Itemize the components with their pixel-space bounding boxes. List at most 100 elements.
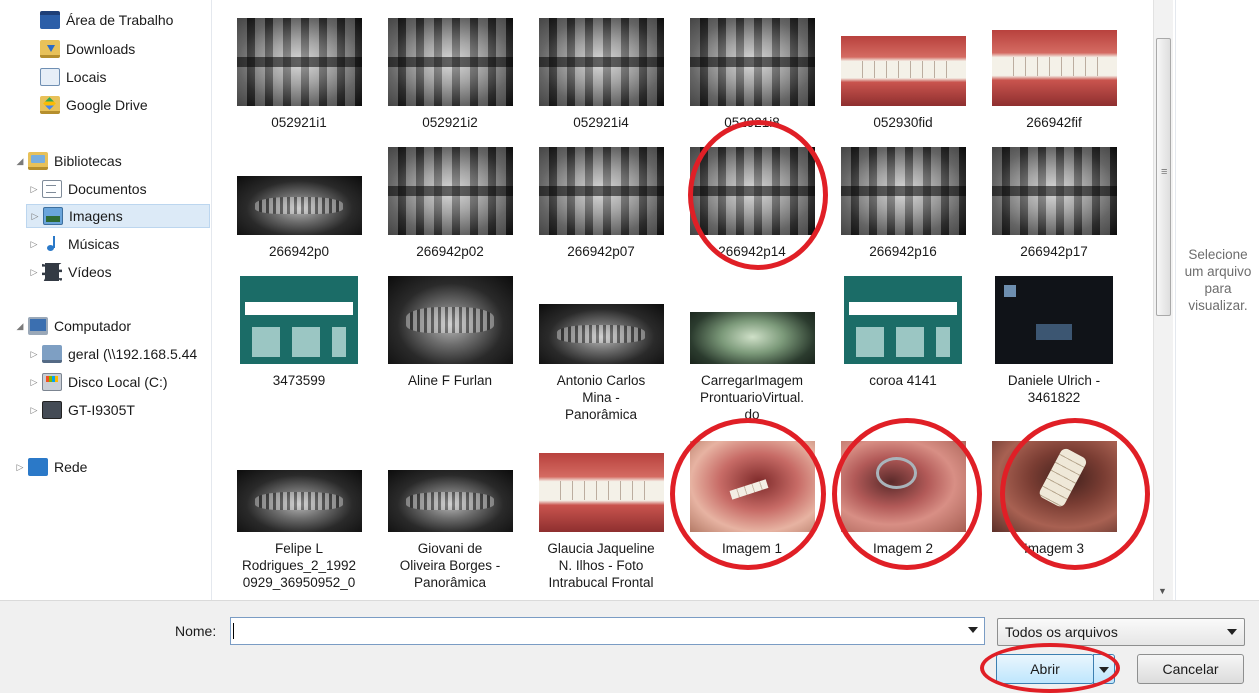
file-item[interactable]: Imagem 1 <box>676 441 828 557</box>
nav-item-downloads[interactable]: Downloads <box>38 37 135 61</box>
text-caret <box>233 623 234 639</box>
computer-icon <box>28 317 48 335</box>
nav-item-music[interactable]: ▷ Músicas <box>28 232 119 256</box>
file-item[interactable]: 266942fif <box>978 30 1130 131</box>
scroll-down-arrow-icon[interactable]: ▼ <box>1158 586 1167 596</box>
collapse-arrow-icon[interactable]: ◢ <box>14 321 26 332</box>
file-item[interactable]: 266942p14 <box>676 147 828 260</box>
file-thumbnail <box>689 147 815 235</box>
file-item[interactable]: Felipe L Rodrigues_2_1992 0929_36950952_… <box>223 470 375 591</box>
nav-item-local-disk[interactable]: ▷ Disco Local (C:) <box>28 370 168 394</box>
file-item[interactable]: 266942p0 <box>223 176 375 260</box>
file-thumbnail <box>689 304 815 364</box>
file-name: 266942fif <box>1026 115 1082 130</box>
file-name: Daniele Ulrich - 3461822 <box>1007 373 1101 405</box>
nav-item-pictures[interactable]: ▷ Imagens <box>26 204 210 228</box>
expand-arrow-icon[interactable]: ▷ <box>28 184 40 195</box>
expand-arrow-icon[interactable]: ▷ <box>14 462 26 473</box>
vertical-scrollbar[interactable]: ≡ ▼ <box>1153 0 1173 600</box>
file-name: 266942p07 <box>567 244 635 259</box>
file-name-combobox[interactable] <box>230 617 985 645</box>
file-thumbnail <box>387 470 513 532</box>
open-options-button[interactable] <box>1093 654 1115 684</box>
nav-item-label: Rede <box>54 459 88 475</box>
file-item[interactable]: Imagem 3 <box>978 441 1130 557</box>
phone-icon <box>42 401 62 419</box>
file-item[interactable]: 052930fid <box>827 36 979 131</box>
file-list: 052921i1 052921i2 052921i4 052921i8 0529… <box>214 0 1151 600</box>
file-thumbnail <box>840 147 966 235</box>
nav-item-videos[interactable]: ▷ Vídeos <box>28 260 112 284</box>
nav-item-libraries[interactable]: ◢ Bibliotecas <box>14 149 122 173</box>
file-item[interactable]: 052921i8 <box>676 18 828 131</box>
file-name: Imagem 1 <box>721 541 783 556</box>
open-button[interactable]: Abrir <box>996 654 1094 684</box>
nav-item-label: Google Drive <box>66 97 148 113</box>
file-item[interactable]: coroa 4141 <box>827 276 979 389</box>
file-item[interactable]: Giovani de Oliveira Borges - Panorâmica <box>374 470 526 591</box>
dropdown-arrow-icon[interactable] <box>968 627 978 633</box>
file-item[interactable]: Imagem 2 <box>827 441 979 557</box>
nav-item-google-drive[interactable]: Google Drive <box>38 93 148 117</box>
file-thumbnail <box>840 36 966 106</box>
preview-placeholder-text: Selecione um arquivo para visualizar. <box>1184 247 1252 313</box>
file-name: Felipe L Rodrigues_2_1992 0929_36950952_… <box>241 541 357 590</box>
dropdown-arrow-icon[interactable] <box>1227 629 1237 635</box>
nav-item-places[interactable]: Locais <box>38 65 106 89</box>
nav-item-phone[interactable]: ▷ GT-I9305T <box>28 398 135 422</box>
network-drive-icon <box>42 345 62 363</box>
file-name-label: Nome: <box>175 623 217 639</box>
expand-arrow-icon[interactable]: ▷ <box>28 405 40 416</box>
expand-arrow-icon[interactable]: ▷ <box>28 267 40 278</box>
file-name: 266942p14 <box>718 244 786 259</box>
file-name: Glaucia Jaqueline N. Ilhos - Foto Intrab… <box>547 541 655 590</box>
file-name: 266942p16 <box>869 244 937 259</box>
nav-item-label: Imagens <box>69 208 123 224</box>
desktop-icon <box>40 11 60 29</box>
file-name: 266942p0 <box>268 244 330 259</box>
file-item[interactable]: Antonio Carlos Mina - Panorâmica <box>525 304 677 423</box>
collapse-arrow-icon[interactable]: ◢ <box>14 156 26 167</box>
file-item[interactable]: 266942p17 <box>978 147 1130 260</box>
file-type-select[interactable]: Todos os arquivos <box>997 618 1245 646</box>
file-thumbnail <box>236 176 362 235</box>
expand-arrow-icon[interactable]: ▷ <box>28 377 40 388</box>
navigation-pane: Área de Trabalho Downloads Locais Google… <box>0 0 212 600</box>
nav-item-network-drive[interactable]: ▷ geral (\\192.168.5.44 <box>28 342 197 366</box>
nav-item-documents[interactable]: ▷ Documentos <box>28 177 147 201</box>
nav-item-desktop[interactable]: Área de Trabalho <box>38 8 173 32</box>
grip-icon: ≡ <box>1161 166 1168 178</box>
file-name: 052921i1 <box>271 115 327 130</box>
expand-arrow-icon[interactable]: ▷ <box>28 239 40 250</box>
file-item[interactable]: 266942p02 <box>374 147 526 260</box>
file-item[interactable]: 3473599 <box>223 276 375 389</box>
file-name: Imagem 2 <box>872 541 934 556</box>
file-item[interactable]: 052921i2 <box>374 18 526 131</box>
file-item[interactable]: CarregarImagem ProntuarioVirtual. do <box>676 304 828 422</box>
nav-item-computer[interactable]: ◢ Computador <box>14 314 131 338</box>
file-thumbnail <box>387 276 513 364</box>
nav-item-label: GT-I9305T <box>68 402 135 418</box>
file-name: 052921i4 <box>573 115 629 130</box>
cancel-button[interactable]: Cancelar <box>1137 654 1244 684</box>
file-item[interactable]: 266942p07 <box>525 147 677 260</box>
libraries-icon <box>28 152 48 170</box>
file-name-input[interactable] <box>235 620 955 642</box>
nav-item-label: Locais <box>66 69 107 85</box>
file-name: Aline F Furlan <box>407 373 493 388</box>
scrollbar-thumb[interactable]: ≡ <box>1156 38 1171 316</box>
file-item[interactable]: 266942p16 <box>827 147 979 260</box>
expand-arrow-icon[interactable]: ▷ <box>28 349 40 360</box>
nav-item-network[interactable]: ▷ Rede <box>14 455 87 479</box>
file-thumbnail <box>240 276 358 364</box>
file-item[interactable]: 052921i4 <box>525 18 677 131</box>
file-item[interactable]: 052921i1 <box>223 18 375 131</box>
file-thumbnail <box>689 441 815 532</box>
file-thumbnail <box>236 18 362 106</box>
file-item[interactable]: Daniele Ulrich - 3461822 <box>978 276 1130 406</box>
file-item[interactable]: Aline F Furlan <box>374 276 526 389</box>
file-name: 052930fid <box>873 115 933 130</box>
expand-arrow-icon[interactable]: ▷ <box>29 211 41 222</box>
file-item[interactable]: Glaucia Jaqueline N. Ilhos - Foto Intrab… <box>525 453 677 591</box>
file-name: 052921i8 <box>724 115 780 130</box>
